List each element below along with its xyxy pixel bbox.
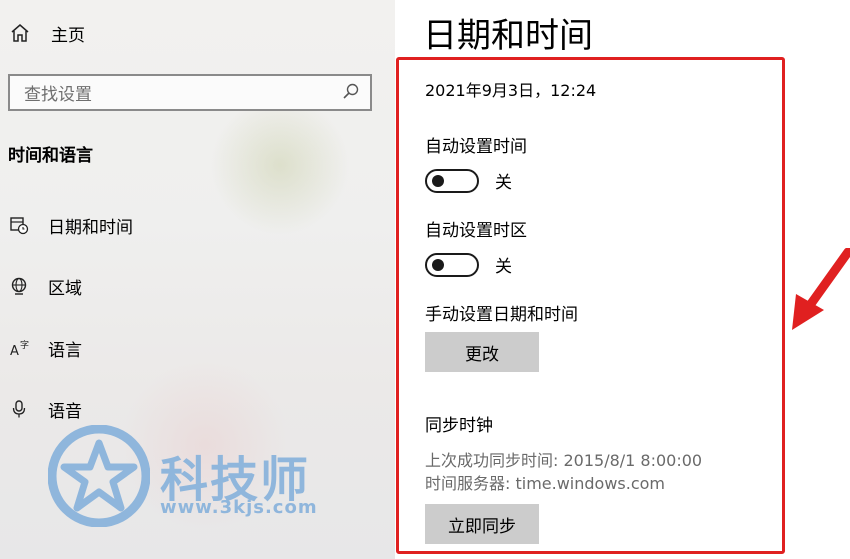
- sidebar: 主页 查找设置 时间和语言 日期和时间 区域 A字 语言 语音 科技师 www.…: [0, 0, 395, 559]
- home-link[interactable]: 主页: [9, 20, 85, 46]
- svg-text:A: A: [10, 344, 19, 358]
- microphone-icon: [8, 398, 30, 420]
- language-icon: A字: [8, 337, 30, 359]
- sidebar-item-label: 语言: [48, 340, 82, 361]
- sidebar-item-region[interactable]: 区域: [8, 272, 82, 300]
- globe-icon: [8, 275, 30, 297]
- auto-time-toggle-row: 关: [425, 168, 512, 193]
- sidebar-item-language[interactable]: A字 语言: [8, 334, 82, 362]
- auto-timezone-toggle-row: 关: [425, 252, 512, 277]
- page-title: 日期和时间: [423, 16, 593, 56]
- sidebar-item-label: 区域: [48, 278, 82, 299]
- watermark-logo-icon: [47, 424, 151, 531]
- home-icon: [9, 22, 31, 44]
- auto-time-toggle[interactable]: [425, 168, 479, 193]
- sidebar-item-label: 语音: [48, 401, 82, 422]
- sidebar-item-date-time[interactable]: 日期和时间: [8, 211, 133, 239]
- change-button[interactable]: 更改: [425, 332, 539, 372]
- auto-timezone-state: 关: [495, 257, 512, 277]
- time-server-text: 时间服务器: time.windows.com: [425, 474, 666, 493]
- current-datetime: 2021年9月3日，12:24: [425, 81, 597, 100]
- auto-timezone-label: 自动设置时区: [425, 221, 527, 241]
- svg-text:字: 字: [20, 339, 29, 351]
- auto-timezone-toggle[interactable]: [425, 252, 479, 277]
- search-input[interactable]: 查找设置: [8, 74, 372, 111]
- search-icon[interactable]: [342, 82, 360, 104]
- watermark-url: www.3kjs.com: [160, 497, 318, 518]
- home-label: 主页: [51, 25, 85, 46]
- manual-datetime-label: 手动设置日期和时间: [425, 305, 578, 325]
- auto-time-label: 自动设置时间: [425, 137, 527, 157]
- sidebar-item-speech[interactable]: 语音: [8, 395, 82, 423]
- toggle-knob: [432, 258, 444, 271]
- sidebar-item-label: 日期和时间: [48, 217, 133, 238]
- section-title: 时间和语言: [8, 146, 93, 166]
- red-arrow-icon: [790, 247, 850, 337]
- sync-now-button[interactable]: 立即同步: [425, 504, 539, 544]
- toggle-knob: [432, 174, 444, 187]
- calendar-clock-icon: [8, 214, 30, 236]
- last-sync-text: 上次成功同步时间: 2015/8/1 8:00:00: [425, 451, 703, 470]
- search-placeholder: 查找设置: [24, 85, 92, 105]
- auto-time-state: 关: [495, 173, 512, 193]
- sync-clock-title: 同步时钟: [425, 416, 493, 436]
